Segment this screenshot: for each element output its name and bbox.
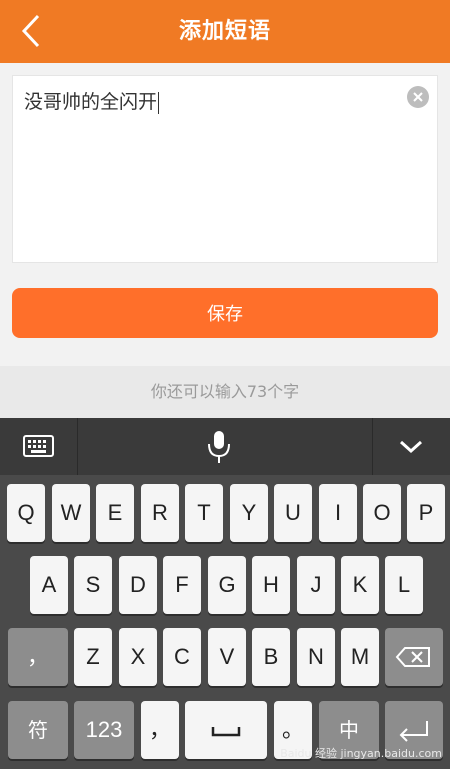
save-button[interactable]: 保存 [12, 288, 438, 338]
key-i[interactable]: I [319, 484, 357, 542]
phrase-input[interactable]: 没哥帅的全闪开 [12, 75, 438, 263]
key-f[interactable]: F [163, 556, 201, 614]
mic-icon[interactable] [78, 418, 372, 475]
key-comma[interactable]: ， [141, 701, 179, 759]
key-m[interactable]: M [341, 628, 379, 686]
key-s[interactable]: S [74, 556, 112, 614]
backspace-key[interactable] [385, 628, 443, 686]
symbol-key[interactable]: 符 [8, 701, 68, 759]
text-caret [158, 91, 160, 114]
chevron-down-icon[interactable] [373, 418, 450, 475]
key-r[interactable]: R [141, 484, 179, 542]
key-o[interactable]: O [363, 484, 401, 542]
key-h[interactable]: H [252, 556, 290, 614]
key-u[interactable]: U [274, 484, 312, 542]
key-k[interactable]: K [341, 556, 379, 614]
key-comma-dark[interactable]: ， [8, 628, 68, 686]
soft-keyboard: Q W E R T Y U I O P A S D F G H J K L ， … [0, 418, 450, 769]
page-title: 添加短语 [178, 19, 271, 44]
key-b[interactable]: B [252, 628, 290, 686]
key-n[interactable]: N [297, 628, 335, 686]
space-key[interactable] [185, 701, 267, 759]
key-q[interactable]: Q [7, 484, 45, 542]
key-t[interactable]: T [185, 484, 223, 542]
clear-x-icon[interactable] [407, 86, 429, 108]
key-z[interactable]: Z [74, 628, 112, 686]
watermark: Baidu 经验 jingyan.baidu.com [280, 747, 442, 760]
key-j[interactable]: J [297, 556, 335, 614]
char-counter: 你还可以输入73个字 [0, 366, 450, 418]
key-l[interactable]: L [385, 556, 423, 614]
phrase-input-value: 没哥帅的全闪开 [24, 91, 160, 114]
keyboard-toolbar [0, 418, 450, 475]
key-g[interactable]: G [208, 556, 246, 614]
key-w[interactable]: W [52, 484, 90, 542]
key-v[interactable]: V [208, 628, 246, 686]
key-x[interactable]: X [119, 628, 157, 686]
key-p[interactable]: P [407, 484, 445, 542]
header-bar: 添加短语 [0, 0, 450, 63]
key-c[interactable]: C [163, 628, 201, 686]
key-y[interactable]: Y [230, 484, 268, 542]
key-a[interactable]: A [30, 556, 68, 614]
key-d[interactable]: D [119, 556, 157, 614]
number-key[interactable]: 123 [74, 701, 134, 759]
key-e[interactable]: E [96, 484, 134, 542]
keyboard-icon[interactable] [0, 418, 77, 475]
